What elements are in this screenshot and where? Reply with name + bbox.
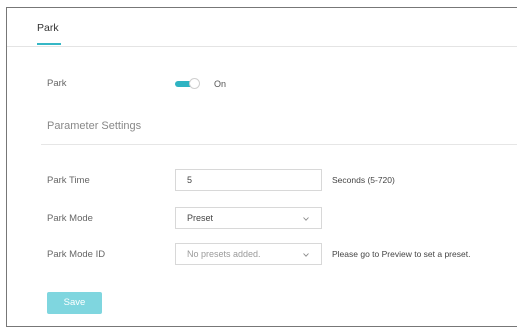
active-tab-indicator <box>37 43 61 45</box>
park-mode-label: Park Mode <box>47 213 93 224</box>
park-time-input[interactable]: 5 <box>175 169 322 191</box>
park-toggle[interactable] <box>175 78 202 90</box>
park-time-hint: Seconds (5-720) <box>332 175 395 185</box>
park-mode-select[interactable]: Preset <box>175 207 322 229</box>
settings-panel: Park Park On Parameter Settings Park Tim… <box>6 7 517 327</box>
chevron-down-icon <box>303 253 309 257</box>
park-toggle-state: On <box>214 79 227 89</box>
tab-park-label: Park <box>37 22 59 34</box>
section-divider <box>41 144 517 145</box>
park-time-label: Park Time <box>47 175 90 186</box>
park-mode-selected: Preset <box>187 213 214 223</box>
toggle-knob <box>189 78 200 89</box>
park-mode-id-select[interactable]: No presets added. <box>175 243 322 265</box>
section-title: Parameter Settings <box>47 120 142 132</box>
park-mode-id-selected: No presets added. <box>187 249 261 259</box>
park-label: Park <box>47 78 67 89</box>
chevron-down-icon <box>303 217 309 221</box>
tab-park[interactable]: Park <box>37 22 61 45</box>
park-mode-id-label: Park Mode ID <box>47 249 106 260</box>
save-button[interactable]: Save <box>47 292 102 314</box>
tab-bar: Park <box>7 8 517 47</box>
park-mode-id-hint: Please go to Preview to set a preset. <box>332 249 471 259</box>
